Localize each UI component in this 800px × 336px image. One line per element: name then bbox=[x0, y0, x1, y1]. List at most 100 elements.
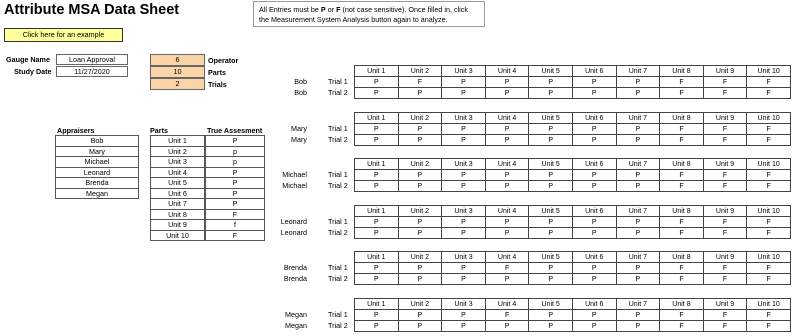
result-cell[interactable]: P bbox=[484, 180, 530, 192]
result-cell[interactable]: P bbox=[354, 180, 399, 192]
result-cell[interactable]: P bbox=[484, 169, 530, 181]
result-cell[interactable]: F bbox=[484, 262, 530, 274]
result-cell[interactable]: F bbox=[484, 309, 530, 321]
result-cell[interactable]: P bbox=[441, 169, 486, 181]
true-assessment-cell[interactable]: F bbox=[205, 229, 265, 241]
result-cell[interactable]: P bbox=[571, 216, 617, 228]
gauge-name-field[interactable]: Loan Approval bbox=[56, 54, 128, 65]
result-cell[interactable]: F bbox=[659, 227, 704, 239]
result-cell[interactable]: F bbox=[659, 320, 704, 332]
result-cell[interactable]: P bbox=[441, 180, 486, 192]
result-cell[interactable]: F bbox=[746, 309, 791, 321]
result-cell[interactable]: P bbox=[528, 227, 573, 239]
result-cell[interactable]: P bbox=[615, 320, 661, 332]
result-cell[interactable]: F bbox=[659, 76, 704, 88]
result-cell[interactable]: F bbox=[659, 169, 704, 181]
result-cell[interactable]: P bbox=[397, 216, 443, 228]
result-cell[interactable]: P bbox=[354, 273, 399, 285]
result-cell[interactable]: P bbox=[615, 216, 661, 228]
result-cell[interactable]: P bbox=[397, 227, 443, 239]
result-cell[interactable]: P bbox=[528, 262, 573, 274]
result-cell[interactable]: P bbox=[354, 134, 399, 146]
result-cell[interactable]: F bbox=[702, 180, 748, 192]
result-cell[interactable]: F bbox=[746, 134, 791, 146]
result-cell[interactable]: P bbox=[615, 180, 661, 192]
result-cell[interactable]: P bbox=[354, 320, 399, 332]
result-cell[interactable]: P bbox=[571, 262, 617, 274]
result-cell[interactable]: P bbox=[354, 87, 399, 99]
result-cell[interactable]: P bbox=[397, 273, 443, 285]
result-cell[interactable]: P bbox=[571, 227, 617, 239]
result-cell[interactable]: P bbox=[397, 123, 443, 135]
result-cell[interactable]: P bbox=[615, 87, 661, 99]
result-cell[interactable]: P bbox=[571, 87, 617, 99]
result-cell[interactable]: P bbox=[615, 134, 661, 146]
result-cell[interactable]: P bbox=[571, 180, 617, 192]
result-cell[interactable]: P bbox=[354, 169, 399, 181]
result-cell[interactable]: F bbox=[659, 273, 704, 285]
result-cell[interactable]: F bbox=[659, 87, 704, 99]
result-cell[interactable]: P bbox=[441, 227, 486, 239]
result-cell[interactable]: P bbox=[441, 320, 486, 332]
result-cell[interactable]: F bbox=[746, 87, 791, 99]
result-cell[interactable]: P bbox=[354, 262, 399, 274]
result-cell[interactable]: F bbox=[397, 76, 443, 88]
result-cell[interactable]: P bbox=[484, 76, 530, 88]
study-date-field[interactable]: 11/27/2020 bbox=[56, 66, 128, 77]
result-cell[interactable]: F bbox=[659, 134, 704, 146]
result-cell[interactable]: P bbox=[571, 273, 617, 285]
result-cell[interactable]: P bbox=[441, 123, 486, 135]
result-cell[interactable]: F bbox=[702, 262, 748, 274]
result-cell[interactable]: P bbox=[528, 273, 573, 285]
result-cell[interactable]: F bbox=[702, 273, 748, 285]
result-cell[interactable]: F bbox=[702, 123, 748, 135]
result-cell[interactable]: F bbox=[659, 262, 704, 274]
result-cell[interactable]: P bbox=[441, 87, 486, 99]
result-cell[interactable]: P bbox=[571, 134, 617, 146]
result-cell[interactable]: P bbox=[615, 309, 661, 321]
result-cell[interactable]: P bbox=[397, 262, 443, 274]
result-cell[interactable]: F bbox=[746, 227, 791, 239]
result-cell[interactable]: P bbox=[354, 76, 399, 88]
result-cell[interactable]: P bbox=[571, 169, 617, 181]
result-cell[interactable]: P bbox=[528, 320, 573, 332]
result-cell[interactable]: P bbox=[528, 134, 573, 146]
result-cell[interactable]: P bbox=[441, 216, 486, 228]
result-cell[interactable]: F bbox=[702, 320, 748, 332]
result-cell[interactable]: F bbox=[702, 216, 748, 228]
result-cell[interactable]: F bbox=[702, 76, 748, 88]
result-cell[interactable]: F bbox=[746, 320, 791, 332]
result-cell[interactable]: P bbox=[441, 262, 486, 274]
result-cell[interactable]: P bbox=[528, 180, 573, 192]
result-cell[interactable]: F bbox=[746, 76, 791, 88]
result-cell[interactable]: P bbox=[615, 169, 661, 181]
result-cell[interactable]: P bbox=[484, 134, 530, 146]
result-cell[interactable]: F bbox=[702, 169, 748, 181]
result-cell[interactable]: P bbox=[615, 123, 661, 135]
result-cell[interactable]: P bbox=[397, 180, 443, 192]
result-cell[interactable]: F bbox=[702, 309, 748, 321]
parts-count-field[interactable]: 10 bbox=[150, 66, 205, 78]
result-cell[interactable]: F bbox=[702, 227, 748, 239]
result-cell[interactable]: F bbox=[746, 262, 791, 274]
result-cell[interactable]: P bbox=[528, 123, 573, 135]
result-cell[interactable]: P bbox=[571, 76, 617, 88]
result-cell[interactable]: P bbox=[571, 320, 617, 332]
result-cell[interactable]: P bbox=[397, 87, 443, 99]
result-cell[interactable]: P bbox=[484, 273, 530, 285]
appraiser-cell[interactable]: Megan bbox=[55, 187, 139, 199]
result-cell[interactable]: P bbox=[615, 227, 661, 239]
result-cell[interactable]: P bbox=[528, 76, 573, 88]
result-cell[interactable]: P bbox=[354, 227, 399, 239]
result-cell[interactable]: F bbox=[746, 169, 791, 181]
result-cell[interactable]: P bbox=[615, 273, 661, 285]
trials-count-field[interactable]: 2 bbox=[150, 78, 205, 90]
result-cell[interactable]: P bbox=[528, 309, 573, 321]
result-cell[interactable]: P bbox=[441, 309, 486, 321]
result-cell[interactable]: F bbox=[702, 134, 748, 146]
example-button[interactable]: Click here for an example bbox=[4, 28, 123, 42]
result-cell[interactable]: P bbox=[397, 134, 443, 146]
result-cell[interactable]: P bbox=[615, 262, 661, 274]
part-cell[interactable]: Unit 10 bbox=[150, 229, 205, 241]
result-cell[interactable]: F bbox=[659, 309, 704, 321]
